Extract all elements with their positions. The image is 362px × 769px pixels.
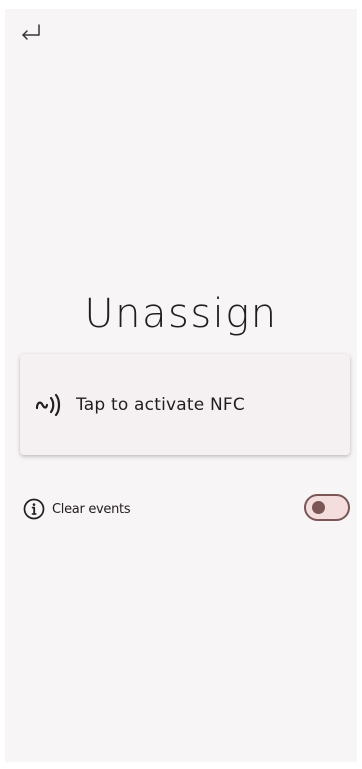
app-screen: Unassign Tap to activate NFC Clear event…	[5, 9, 357, 762]
back-button[interactable]	[17, 21, 45, 49]
clear-events-label: Clear events	[52, 501, 131, 517]
nfc-icon	[34, 390, 64, 420]
info-icon[interactable]	[22, 497, 46, 521]
toggle-knob	[312, 501, 325, 514]
return-arrow-icon	[20, 24, 42, 46]
clear-events-toggle[interactable]	[304, 494, 350, 521]
nfc-label: Tap to activate NFC	[76, 394, 245, 415]
clear-events-option: Clear events	[22, 494, 350, 524]
page-title: Unassign	[84, 291, 278, 337]
activate-nfc-button[interactable]: Tap to activate NFC	[20, 354, 350, 455]
